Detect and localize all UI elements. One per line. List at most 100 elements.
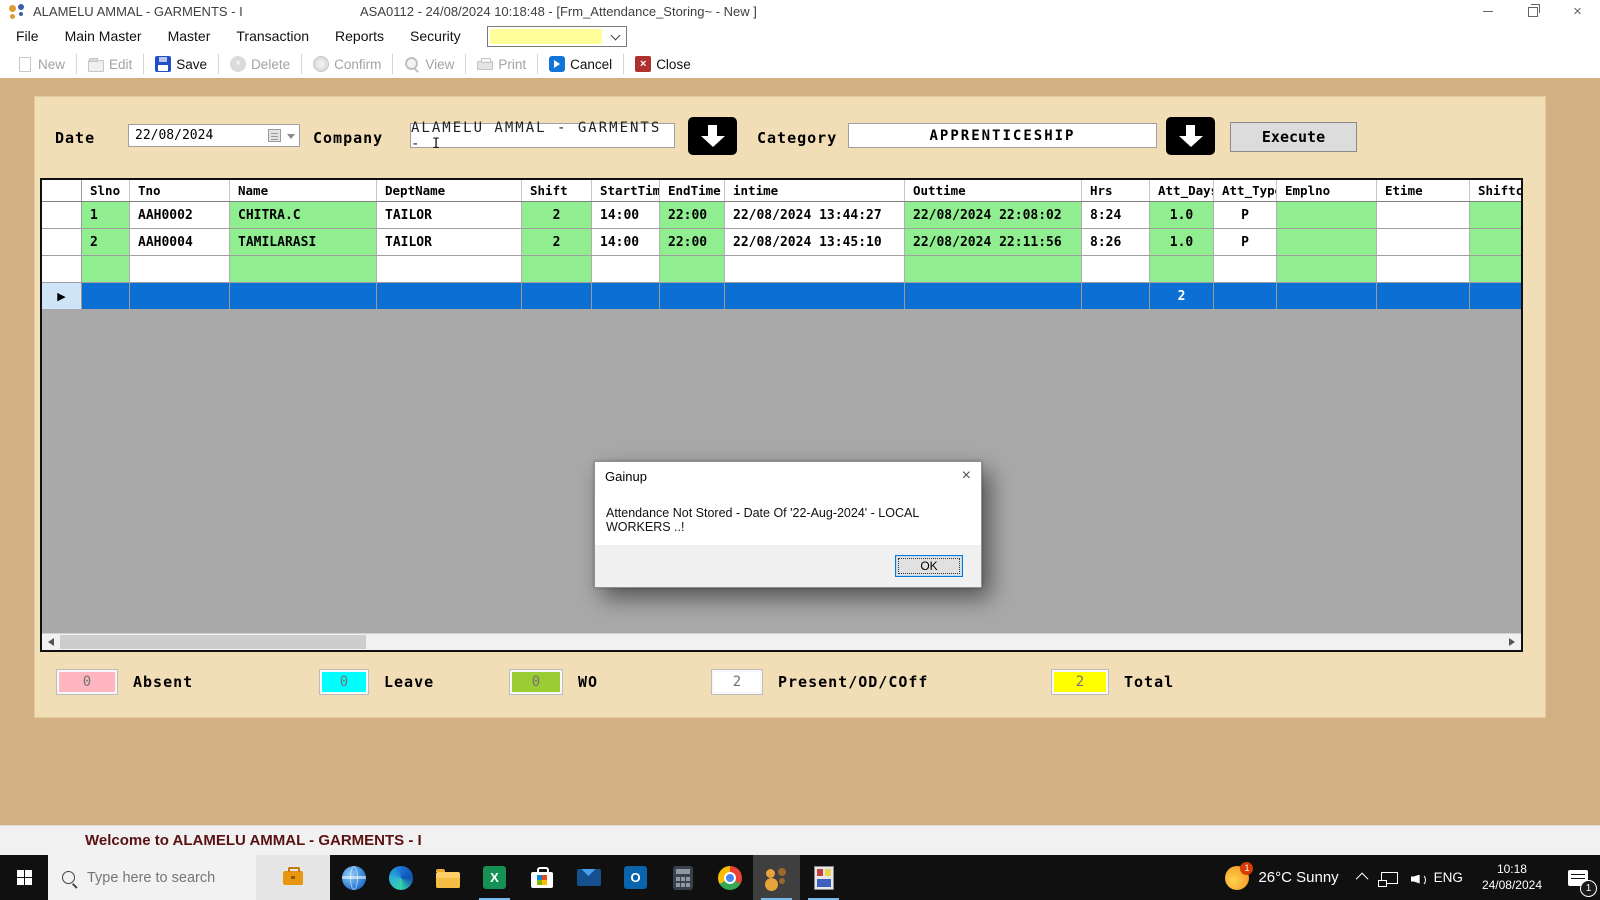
volume-icon[interactable]: [1411, 872, 1421, 884]
grid-cell[interactable]: [1082, 256, 1150, 282]
company-field[interactable]: ALAMELU AMMAL - GARMENTS - I: [410, 123, 675, 148]
taskbar-icon-gainup[interactable]: [800, 855, 847, 900]
grid-header-cell[interactable]: Slno: [82, 180, 130, 201]
grid-total-cell[interactable]: [905, 283, 1082, 309]
grid-cell[interactable]: 1.0: [1150, 229, 1214, 255]
grid-cell[interactable]: 2: [522, 229, 592, 255]
date-caret-icon[interactable]: [287, 134, 295, 139]
edit-button[interactable]: Edit: [79, 52, 141, 76]
grid-header-cell[interactable]: Name: [230, 180, 377, 201]
taskbar-icon-chrome[interactable]: [706, 855, 753, 900]
grid-total-cell[interactable]: [1082, 283, 1150, 309]
grid-cell[interactable]: [377, 256, 522, 282]
grid-header-cell[interactable]: Emplno: [1277, 180, 1377, 201]
menu-item-security[interactable]: Security: [397, 23, 474, 50]
grid-cell[interactable]: [1377, 229, 1470, 255]
grid-cell[interactable]: [1470, 202, 1523, 228]
taskbar-icon-edge[interactable]: [377, 855, 424, 900]
grid-cell[interactable]: CHITRA.C: [230, 202, 377, 228]
grid-header-cell[interactable]: Outtime: [905, 180, 1082, 201]
grid-cell[interactable]: P: [1214, 202, 1277, 228]
grid-header-cell[interactable]: Shift: [522, 180, 592, 201]
briefcase-button[interactable]: [256, 855, 330, 900]
clock[interactable]: 10:18 24/08/2024: [1476, 862, 1548, 893]
menu-combobox[interactable]: [487, 26, 627, 47]
grid-total-cell[interactable]: [377, 283, 522, 309]
category-field[interactable]: APPRENTICESHIP: [848, 123, 1157, 148]
menu-item-master[interactable]: Master: [155, 23, 224, 50]
save-button[interactable]: Save: [146, 52, 216, 76]
grid-cell[interactable]: 2: [522, 202, 592, 228]
grid-cell[interactable]: TAILOR: [377, 229, 522, 255]
row-selector-cell[interactable]: [42, 202, 82, 228]
grid-cell[interactable]: [1470, 229, 1523, 255]
new-button[interactable]: New: [8, 52, 74, 76]
grid-cell[interactable]: 14:00: [592, 202, 660, 228]
grid-header-cell[interactable]: Hrs: [1082, 180, 1150, 201]
table-row[interactable]: 1AAH0002CHITRA.CTAILOR214:0022:0022/08/2…: [42, 202, 1521, 229]
weather-widget[interactable]: 1 26°C Sunny: [1213, 855, 1350, 900]
delete-button[interactable]: Delete: [221, 52, 299, 76]
grid-total-cell[interactable]: [1377, 283, 1470, 309]
grid-cell[interactable]: [130, 256, 230, 282]
language-indicator[interactable]: ENG: [1434, 870, 1463, 885]
h-scrollbar[interactable]: [42, 633, 1521, 650]
grid-cell[interactable]: [522, 256, 592, 282]
grid-cell[interactable]: [1150, 256, 1214, 282]
grid-cell[interactable]: 8:26: [1082, 229, 1150, 255]
grid-header-cell[interactable]: intime: [725, 180, 905, 201]
calendar-icon[interactable]: [268, 129, 281, 142]
grid-total-cell[interactable]: [1470, 283, 1523, 309]
grid-total-row[interactable]: ▶2: [42, 283, 1521, 309]
grid-header-cell[interactable]: Tno: [130, 180, 230, 201]
table-row[interactable]: [42, 256, 1521, 283]
grid-cell[interactable]: 14:00: [592, 229, 660, 255]
grid-header-cell[interactable]: EndTime: [660, 180, 725, 201]
grid-cell[interactable]: 22/08/2024 13:45:10: [725, 229, 905, 255]
print-button[interactable]: Print: [468, 52, 535, 76]
grid-header-cell[interactable]: Shiftco: [1470, 180, 1523, 201]
grid-cell[interactable]: 22/08/2024 22:08:02: [905, 202, 1082, 228]
grid-total-cell[interactable]: [230, 283, 377, 309]
ok-button[interactable]: OK: [895, 555, 963, 577]
grid-total-cell[interactable]: [592, 283, 660, 309]
search-input[interactable]: [85, 869, 229, 887]
grid-total-cell[interactable]: [130, 283, 230, 309]
grid-cell[interactable]: 22:00: [660, 229, 725, 255]
grid-cell[interactable]: [1377, 256, 1470, 282]
grid-cell[interactable]: [592, 256, 660, 282]
grid-cell[interactable]: [230, 256, 377, 282]
row-selector-cell[interactable]: ▶: [42, 283, 82, 309]
grid-header-cell[interactable]: Att_Days: [1150, 180, 1214, 201]
scroll-right-icon[interactable]: [1509, 638, 1515, 646]
grid-cell[interactable]: [1277, 229, 1377, 255]
cancel-button[interactable]: Cancel: [540, 52, 621, 76]
table-row[interactable]: 2AAH0004TAMILARASITAILOR214:0022:0022/08…: [42, 229, 1521, 256]
close-button[interactable]: Close: [626, 52, 700, 76]
grid-header-cell[interactable]: Att_Type: [1214, 180, 1277, 201]
confirm-button[interactable]: Confirm: [304, 52, 390, 76]
grid-cell[interactable]: 22/08/2024 22:11:56: [905, 229, 1082, 255]
close-window-button[interactable]: ×: [1555, 0, 1600, 23]
menu-item-file[interactable]: File: [0, 23, 52, 50]
grid-cell[interactable]: [1277, 202, 1377, 228]
grid-cell[interactable]: TAMILARASI: [230, 229, 377, 255]
menu-item-transaction[interactable]: Transaction: [223, 23, 322, 50]
grid-cell[interactable]: [725, 256, 905, 282]
grid-cell[interactable]: 2: [82, 229, 130, 255]
grid-cell[interactable]: 8:24: [1082, 202, 1150, 228]
grid-header-cell[interactable]: Etime: [1377, 180, 1470, 201]
menu-item-reports[interactable]: Reports: [322, 23, 397, 50]
company-dropdown-button[interactable]: [688, 117, 737, 155]
network-icon[interactable]: [1381, 872, 1398, 884]
grid-cell[interactable]: AAH0002: [130, 202, 230, 228]
restore-button[interactable]: [1510, 0, 1555, 23]
grid-cell[interactable]: [660, 256, 725, 282]
dialog-close-icon[interactable]: ×: [962, 468, 971, 484]
grid-total-cell[interactable]: 2: [1150, 283, 1214, 309]
taskbar-icon-mail[interactable]: [565, 855, 612, 900]
grid-header-cell[interactable]: DeptName: [377, 180, 522, 201]
view-button[interactable]: View: [395, 52, 463, 76]
minimize-button[interactable]: [1465, 0, 1510, 23]
grid-total-cell[interactable]: [660, 283, 725, 309]
